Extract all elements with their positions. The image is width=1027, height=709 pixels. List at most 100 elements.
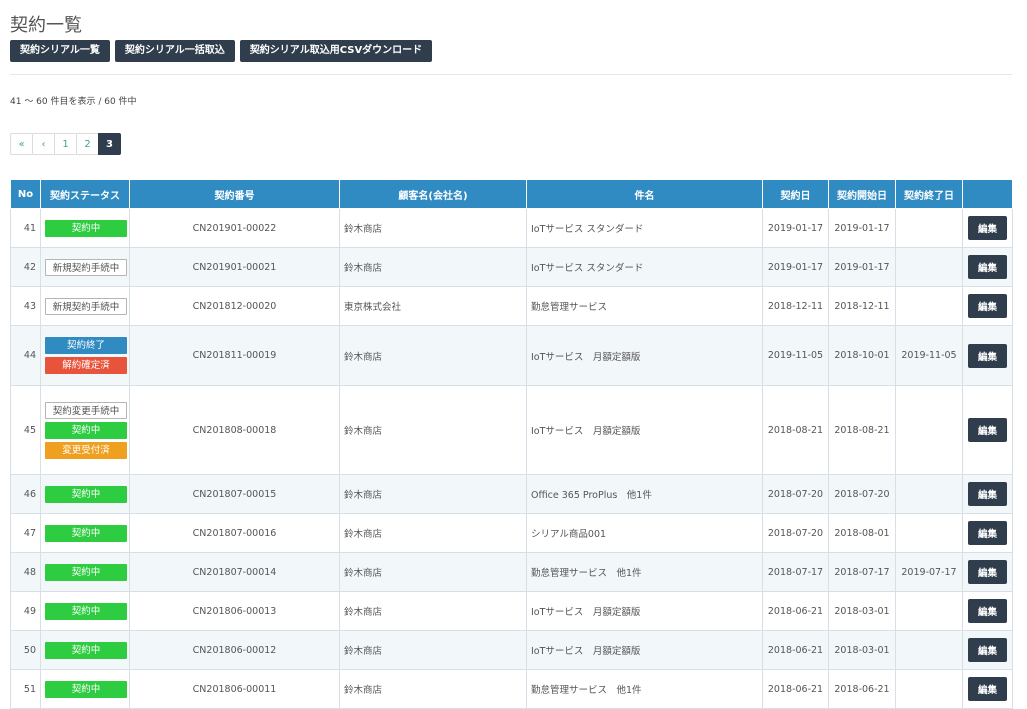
subject: IoTサービス スタンダード <box>526 208 763 248</box>
start-date: 2018-03-01 <box>828 630 896 670</box>
pagination: « ‹ 1 2 3 <box>10 133 121 155</box>
status-badge: 契約中 <box>45 680 127 698</box>
status-badge: 契約中 <box>45 485 127 503</box>
end-date <box>895 669 963 709</box>
actions-cell: 編集 <box>962 208 1013 248</box>
table-row: 50 契約中 CN201806-00012 鈴木商店 IoTサービス 月額定額版 2018… <box>10 630 1013 670</box>
contract-number: CN201811-00019 <box>129 325 340 386</box>
row-number: 47 <box>10 513 41 553</box>
contract-date: 2019-01-17 <box>762 208 829 248</box>
edit-button[interactable]: 編集 <box>968 418 1007 442</box>
actions-cell: 編集 <box>962 552 1013 592</box>
customer-name: 鈴木商店 <box>339 591 527 631</box>
row-number: 46 <box>10 474 41 514</box>
contract-number: CN201901-00022 <box>129 208 340 248</box>
contract-serial-bulk-import-button[interactable]: 契約シリアル一括取込 <box>114 40 235 62</box>
subject: IoTサービス 月額定額版 <box>526 591 763 631</box>
status-cell: 契約中 <box>40 513 130 553</box>
status-cell: 契約中 <box>40 552 130 592</box>
edit-button[interactable]: 編集 <box>968 255 1007 279</box>
start-date: 2018-08-01 <box>828 513 896 553</box>
column-header-contract-date[interactable]: 契約日 <box>762 179 829 209</box>
column-header-no[interactable]: No <box>10 179 41 209</box>
pagination-page-3-current[interactable]: 3 <box>98 133 121 155</box>
status-badge: 契約中 <box>45 421 127 439</box>
edit-button[interactable]: 編集 <box>968 343 1007 368</box>
contract-number: CN201806-00013 <box>129 591 340 631</box>
contract-date: 2018-12-11 <box>762 286 829 326</box>
table-row: 46 契約中 CN201807-00015 鈴木商店 Office 365 ProPlu… <box>10 474 1013 514</box>
contract-number: CN201807-00015 <box>129 474 340 514</box>
table-row: 42 新規契約手続中 CN201901-00021 鈴木商店 IoTサービス スタンダー… <box>10 247 1013 287</box>
edit-button[interactable]: 編集 <box>968 216 1007 240</box>
start-date: 2018-12-11 <box>828 286 896 326</box>
actions-cell: 編集 <box>962 630 1013 670</box>
edit-button[interactable]: 編集 <box>968 599 1007 623</box>
status-cell: 契約中 <box>40 208 130 248</box>
customer-name: 鈴木商店 <box>339 385 527 475</box>
column-header-subject[interactable]: 件名 <box>526 179 763 209</box>
end-date <box>895 474 963 514</box>
status-badge: 契約中 <box>45 219 127 237</box>
end-date <box>895 208 963 248</box>
subject: シリアル商品001 <box>526 513 763 553</box>
csv-download-button[interactable]: 契約シリアル取込用CSVダウンロード <box>239 40 433 62</box>
contract-number: CN201807-00014 <box>129 552 340 592</box>
start-date: 2019-01-17 <box>828 247 896 287</box>
contract-table: No 契約ステータス 契約番号 顧客名(会社名) 件名 契約日 契約開始日 契約… <box>10 179 1013 709</box>
contract-serial-list-button[interactable]: 契約シリアル一覧 <box>10 40 110 62</box>
contract-date: 2018-07-20 <box>762 474 829 514</box>
start-date: 2018-10-01 <box>828 325 896 386</box>
edit-button[interactable]: 編集 <box>968 677 1007 701</box>
contract-date: 2018-06-21 <box>762 669 829 709</box>
subject: IoTサービス スタンダード <box>526 247 763 287</box>
column-header-contract-number[interactable]: 契約番号 <box>129 179 340 209</box>
pagination-page-2[interactable]: 2 <box>76 133 99 155</box>
row-number: 48 <box>10 552 41 592</box>
actions-cell: 編集 <box>962 669 1013 709</box>
row-number: 51 <box>10 669 41 709</box>
customer-name: 鈴木商店 <box>339 669 527 709</box>
actions-cell: 編集 <box>962 286 1013 326</box>
start-date: 2018-06-21 <box>828 669 896 709</box>
table-header-row: No 契約ステータス 契約番号 顧客名(会社名) 件名 契約日 契約開始日 契約… <box>10 179 1013 209</box>
start-date: 2019-01-17 <box>828 208 896 248</box>
start-date: 2018-08-21 <box>828 385 896 475</box>
edit-button[interactable]: 編集 <box>968 560 1007 584</box>
column-header-start-date[interactable]: 契約開始日 <box>828 179 896 209</box>
start-date: 2018-07-17 <box>828 552 896 592</box>
edit-button[interactable]: 編集 <box>968 294 1007 318</box>
column-header-end-date[interactable]: 契約終了日 <box>895 179 963 209</box>
table-row: 44 契約終了 解約確定済 CN201811-00019 鈴木商店 IoTサービス 月額定… <box>10 325 1013 386</box>
status-cell: 契約中 <box>40 630 130 670</box>
row-number: 50 <box>10 630 41 670</box>
subject: IoTサービス 月額定額版 <box>526 325 763 386</box>
contract-date: 2019-11-05 <box>762 325 829 386</box>
end-date <box>895 286 963 326</box>
customer-name: 鈴木商店 <box>339 552 527 592</box>
contract-date: 2018-08-21 <box>762 385 829 475</box>
row-number: 42 <box>10 247 41 287</box>
row-number: 43 <box>10 286 41 326</box>
status-badge: 契約中 <box>45 524 127 542</box>
table-row: 45 契約変更手続中 契約中 変更受付済 CN201808-00018 鈴木商店 IoTサー… <box>10 385 1013 475</box>
status-badge: 契約中 <box>45 641 127 659</box>
contract-date: 2018-06-21 <box>762 630 829 670</box>
customer-name: 東京株式会社 <box>339 286 527 326</box>
end-date <box>895 513 963 553</box>
edit-button[interactable]: 編集 <box>968 638 1007 662</box>
pagination-first-button[interactable]: « <box>10 133 33 155</box>
table-row: 47 契約中 CN201807-00016 鈴木商店 シリアル商品001 2018-07-… <box>10 513 1013 553</box>
pagination-prev-button[interactable]: ‹ <box>32 133 55 155</box>
edit-button[interactable]: 編集 <box>968 482 1007 506</box>
end-date <box>895 630 963 670</box>
status-badge: 契約終了 <box>45 337 127 354</box>
end-date <box>895 385 963 475</box>
table-row: 48 契約中 CN201807-00014 鈴木商店 勤怠管理サービス 他1件 2018-… <box>10 552 1013 592</box>
column-header-status[interactable]: 契約ステータス <box>40 179 130 209</box>
edit-button[interactable]: 編集 <box>968 521 1007 545</box>
actions-cell: 編集 <box>962 385 1013 475</box>
column-header-customer[interactable]: 顧客名(会社名) <box>339 179 527 209</box>
status-badge: 新規契約手続中 <box>45 258 127 276</box>
pagination-page-1[interactable]: 1 <box>54 133 77 155</box>
